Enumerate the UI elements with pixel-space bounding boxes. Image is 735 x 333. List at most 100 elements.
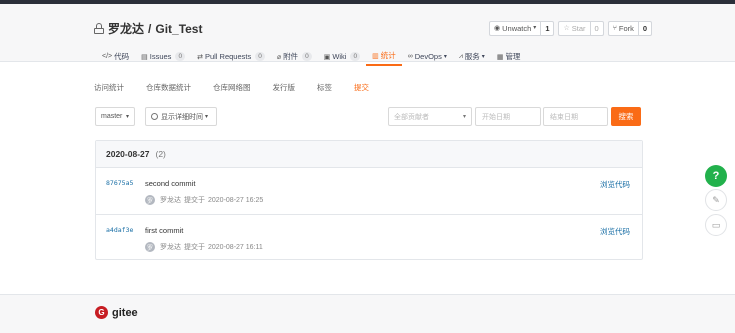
commit-author[interactable]: 罗龙达: [160, 242, 181, 252]
tab-manage-label: 管理: [505, 52, 521, 61]
start-date-input[interactable]: 开始日期: [475, 107, 541, 126]
browse-code-link[interactable]: 浏览代码: [600, 226, 630, 237]
star-label: Star: [571, 24, 586, 33]
services-icon: ⩘: [458, 52, 463, 60]
tab-manage[interactable]: ▦ 管理: [491, 47, 527, 66]
branch-select[interactable]: master ▾: [95, 107, 135, 126]
tab-issues[interactable]: ▤ Issues 0: [135, 47, 191, 66]
tab-code[interactable]: </> 代码: [96, 47, 135, 66]
chat-button[interactable]: ▭: [705, 214, 727, 236]
footer: G gitee: [0, 294, 735, 333]
commit-day-count: (2): [155, 149, 166, 159]
subtab-network[interactable]: 仓库网络图: [213, 82, 251, 93]
repo-name-link[interactable]: Git_Test: [155, 22, 202, 36]
help-button[interactable]: ?: [705, 165, 727, 187]
avatar[interactable]: 罗: [145, 242, 155, 252]
fork-icon: ⑂: [612, 25, 617, 32]
devops-icon: ∞: [407, 53, 413, 60]
commit-time: 2020-08-27 16:11: [208, 243, 263, 251]
attachments-count-badge: 0: [302, 52, 312, 61]
fork-button[interactable]: ⑂ Fork 0: [607, 21, 653, 36]
star-icon: ☆: [563, 25, 570, 32]
subtab-visits[interactable]: 访问统计: [94, 82, 124, 93]
wiki-icon: ▣: [323, 53, 331, 61]
star-count[interactable]: 0: [589, 22, 603, 35]
fork-count[interactable]: 0: [637, 22, 651, 35]
author-select-placeholder: 全部贡献者: [394, 113, 429, 121]
branch-select-value: master: [101, 113, 123, 120]
code-icon: </>: [102, 53, 113, 60]
commit-sha-link[interactable]: a4daf3e: [106, 226, 133, 234]
gitee-logo[interactable]: G gitee: [95, 306, 138, 319]
commit-time: 2020-08-27 16:25: [208, 196, 264, 204]
tab-wiki-label: Wiki: [332, 52, 347, 61]
subtab-repo-data[interactable]: 仓库数据统计: [146, 82, 191, 93]
commit-meta: 罗 罗龙达 提交于 2020-08-27 16:25: [145, 195, 263, 205]
commit-action: 提交于: [184, 197, 205, 204]
tab-devops-label: DevOps: [414, 52, 442, 61]
gitee-brand-text: gitee: [112, 306, 138, 319]
commit-list: 2020-08-27 (2) 87675a5 second commit 罗 罗…: [95, 140, 643, 260]
subtab-tags[interactable]: 标签: [317, 82, 332, 93]
chevron-down-icon: ▾: [205, 114, 209, 120]
repo-separator: /: [148, 21, 152, 36]
tab-services[interactable]: ⩘ 服务 ▾: [453, 47, 491, 66]
commit-row: 87675a5 second commit 罗 罗龙达 提交于 2020-08-…: [96, 169, 642, 215]
subtab-releases[interactable]: 发行版: [273, 82, 296, 93]
stats-subtabs: 访问统计 仓库数据统计 仓库网络图 发行版 标签 提交: [94, 82, 391, 93]
stats-icon: ▥: [372, 52, 379, 60]
commit-day-header: 2020-08-27 (2): [96, 141, 642, 168]
commit-filters: master ▾ 显示详细时间 ▾ 全部贡献者 ▾ 开始日期 结束日期 搜索: [95, 107, 641, 127]
tab-wiki[interactable]: ▣ Wiki 0: [318, 47, 366, 66]
wiki-count-badge: 0: [350, 52, 361, 61]
repo-title: 罗龙达 / Git_Test: [94, 20, 202, 37]
detail-time-label: 显示详细时间: [161, 113, 203, 121]
eye-icon: ◉: [494, 25, 501, 32]
watch-count[interactable]: 1: [540, 22, 553, 35]
chevron-down-icon: ▾: [462, 114, 466, 120]
help-icon: ?: [712, 170, 720, 182]
commit-day-date: 2020-08-27: [106, 149, 150, 159]
watch-button[interactable]: ◉ Unwatch ▾ 1: [489, 21, 555, 36]
browse-code-link[interactable]: 浏览代码: [600, 179, 630, 190]
star-button[interactable]: ☆ Star 0: [558, 21, 604, 36]
gitee-logo-icon: G: [95, 306, 108, 319]
tab-stats-label: 统计: [380, 51, 396, 60]
author-select[interactable]: 全部贡献者 ▾: [388, 107, 472, 126]
attachment-icon: ⌀: [276, 53, 282, 61]
tab-pull-requests[interactable]: ⇄ Pull Requests 0: [191, 47, 271, 66]
tab-devops[interactable]: ∞ DevOps ▾: [402, 47, 453, 66]
chat-icon: ▭: [711, 219, 721, 230]
tab-stats[interactable]: ▥ 统计: [366, 47, 402, 66]
search-button[interactable]: 搜索: [611, 107, 641, 126]
chevron-down-icon: ▾: [125, 114, 129, 120]
detail-time-toggle[interactable]: 显示详细时间 ▾: [145, 107, 217, 126]
start-date-placeholder: 开始日期: [482, 113, 510, 121]
pull-request-icon: ⇄: [197, 53, 203, 61]
commit-row: a4daf3e first commit 罗 罗龙达 提交于 2020-08-2…: [96, 216, 642, 262]
pulls-count-badge: 0: [255, 52, 265, 61]
commit-author[interactable]: 罗龙达: [160, 195, 181, 205]
tab-pulls-label: Pull Requests: [204, 52, 252, 61]
lock-icon: [94, 23, 104, 34]
issues-icon: ▤: [141, 53, 148, 61]
commit-message[interactable]: second commit: [145, 179, 195, 188]
edit-icon: ✎: [712, 194, 720, 205]
commit-meta: 罗 罗龙达 提交于 2020-08-27 16:11: [145, 242, 263, 252]
tab-issues-label: Issues: [149, 52, 172, 61]
repo-owner-link[interactable]: 罗龙达: [108, 20, 144, 37]
subtab-commits[interactable]: 提交: [354, 82, 369, 93]
clock-icon: [151, 113, 158, 120]
watch-label: Unwatch: [502, 24, 532, 33]
commit-sha-link[interactable]: 87675a5: [106, 179, 133, 187]
end-date-input[interactable]: 结束日期: [543, 107, 608, 126]
commit-message[interactable]: first commit: [145, 226, 183, 235]
avatar[interactable]: 罗: [145, 195, 155, 205]
tab-attachments-label: 附件: [283, 52, 299, 61]
tab-attachments[interactable]: ⌀ 附件 0: [271, 47, 318, 66]
manage-icon: ▦: [496, 53, 504, 61]
repo-actions: ◉ Unwatch ▾ 1 ☆ Star 0 ⑂ Fork 0: [489, 21, 653, 36]
fork-label: Fork: [618, 24, 634, 33]
feedback-button[interactable]: ✎: [705, 189, 727, 211]
tab-services-label: 服务: [464, 52, 480, 61]
